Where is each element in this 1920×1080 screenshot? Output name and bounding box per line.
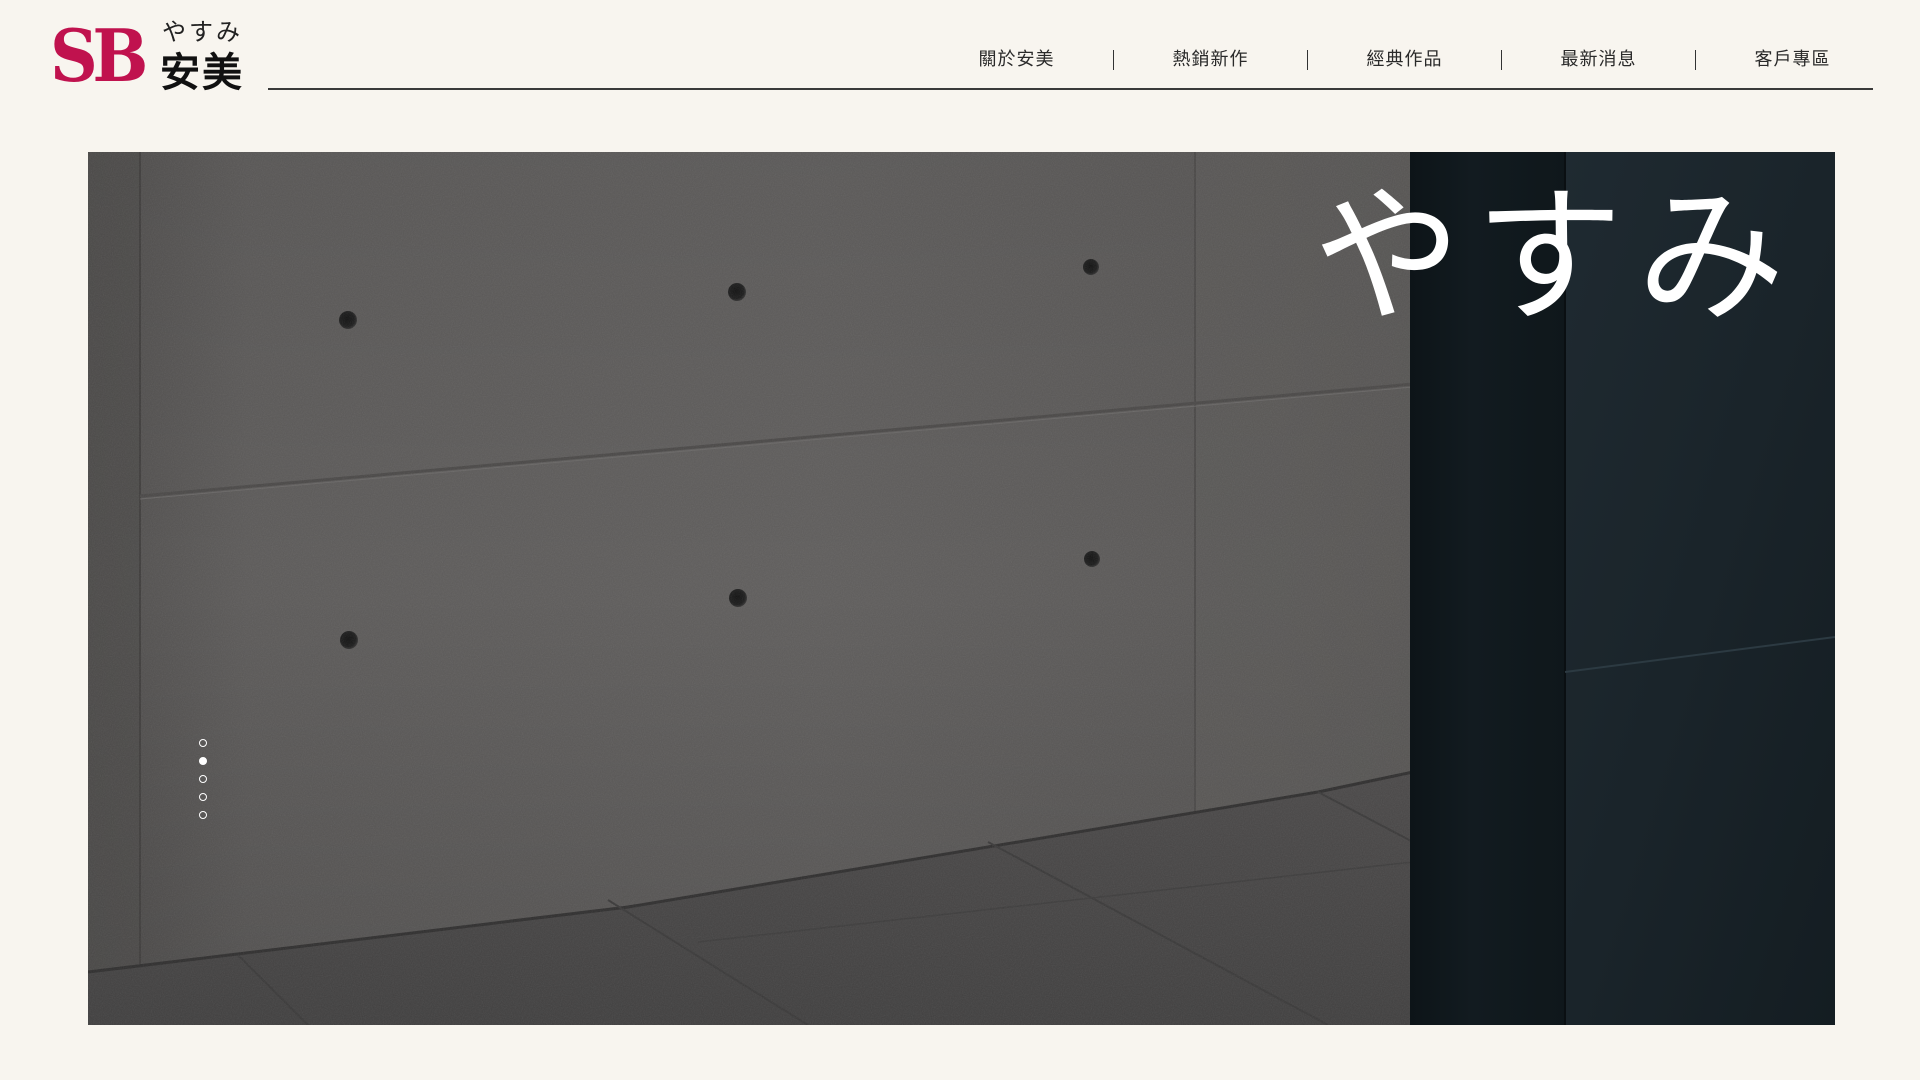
nav-item-customer[interactable]: 客戶專區 bbox=[1696, 46, 1889, 74]
brand-kana: やすみ bbox=[162, 18, 243, 46]
main-nav: 關於安美 熱銷新作 經典作品 最新消息 客戶專區 bbox=[920, 46, 1830, 74]
slide-dot[interactable] bbox=[199, 739, 207, 747]
slide-dot[interactable] bbox=[199, 757, 207, 765]
nav-item-new-arrivals[interactable]: 熱銷新作 bbox=[1114, 46, 1307, 74]
header-rule bbox=[268, 88, 1873, 90]
hero-title: やすみ bbox=[1313, 171, 1799, 343]
brand-mark: SB bbox=[50, 13, 148, 98]
nav-item-about[interactable]: 關於安美 bbox=[920, 46, 1113, 74]
slide-pagination bbox=[199, 739, 209, 823]
slide-dot[interactable] bbox=[199, 775, 207, 783]
nav-item-classics[interactable]: 經典作品 bbox=[1308, 46, 1501, 74]
nav-item-news[interactable]: 最新消息 bbox=[1502, 46, 1695, 74]
hero-banner: やすみ bbox=[88, 152, 1835, 1025]
slide-dot[interactable] bbox=[199, 793, 207, 801]
brand-name: 安美 bbox=[160, 49, 244, 96]
slide-dot[interactable] bbox=[199, 811, 207, 819]
brand-logo[interactable]: SB やすみ 安美 bbox=[50, 13, 250, 98]
